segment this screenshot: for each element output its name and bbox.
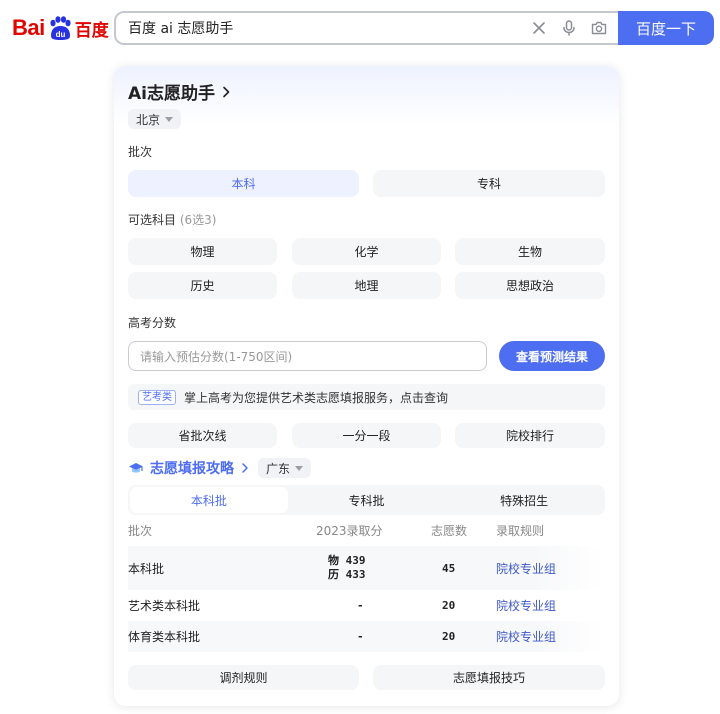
guide-title-link[interactable]: 志愿填报攻略 bbox=[150, 458, 234, 478]
table-cell-count: 20 bbox=[442, 599, 456, 612]
logo-text: Bai bbox=[12, 15, 45, 40]
guide-header: 志愿填报攻略 广东 bbox=[128, 458, 312, 478]
subject-option[interactable]: 地理 bbox=[292, 272, 441, 299]
search-button[interactable]: 百度一下 bbox=[618, 11, 714, 45]
table-row: 本科批 物 439 历 433 45 院校专业组 bbox=[128, 546, 605, 590]
batch-label: 批次 bbox=[128, 145, 153, 159]
subject-option[interactable]: 历史 bbox=[128, 272, 277, 299]
batch-option-undergraduate[interactable]: 本科 bbox=[128, 170, 359, 197]
batch-option-junior-college[interactable]: 专科 bbox=[373, 170, 605, 197]
subjects-label-text: 可选科目 bbox=[128, 213, 177, 227]
camera-icon[interactable] bbox=[584, 13, 614, 43]
art-exam-tag: 艺考类 bbox=[138, 389, 176, 405]
table-header-rule: 录取规则 bbox=[496, 524, 545, 538]
table-row: 体育类本科批 - 20 院校专业组 bbox=[128, 621, 605, 652]
quick-link-province-line[interactable]: 省批次线 bbox=[128, 423, 277, 448]
table-cell-count: 20 bbox=[442, 630, 456, 643]
table-cell-count: 45 bbox=[442, 561, 456, 575]
table-cell-rule-link[interactable]: 院校专业组 bbox=[496, 546, 556, 590]
logo-cn-text: 百度 bbox=[74, 20, 109, 41]
score-history: 历 433 bbox=[328, 568, 366, 581]
header: Bai du 百度 百度 ai 志愿助手 百度一下 bbox=[0, 0, 720, 56]
table-header-score: 2023录取分 bbox=[316, 524, 383, 538]
subject-option[interactable]: 思想政治 bbox=[455, 272, 605, 299]
chevron-right-icon bbox=[240, 462, 250, 474]
chevron-right-icon bbox=[219, 85, 233, 99]
paw-logo-icon: du bbox=[47, 15, 73, 41]
quick-link-school-ranking[interactable]: 院校排行 bbox=[455, 423, 605, 448]
filling-tips-button[interactable]: 志愿填报技巧 bbox=[373, 665, 605, 690]
table-cell-score: - bbox=[357, 630, 364, 643]
region-select-value: 北京 bbox=[136, 112, 161, 127]
microphone-icon[interactable] bbox=[554, 13, 584, 43]
tab-special-admission[interactable]: 特殊招生 bbox=[445, 487, 603, 513]
subject-option[interactable]: 物理 bbox=[128, 238, 277, 265]
logo-mark-text: du bbox=[55, 30, 65, 39]
table-cell-score: 物 439 历 433 bbox=[328, 546, 366, 590]
card-title-link[interactable]: Ai志愿助手 bbox=[128, 79, 233, 104]
table-cell-rule-link[interactable]: 院校专业组 bbox=[496, 590, 556, 621]
close-icon[interactable] bbox=[524, 13, 554, 43]
adjustment-rules-button[interactable]: 调剂规则 bbox=[128, 665, 359, 690]
subject-option[interactable]: 化学 bbox=[292, 238, 441, 265]
tab-undergraduate-batch[interactable]: 本科批 bbox=[130, 487, 288, 513]
card-title: Ai志愿助手 bbox=[128, 84, 215, 104]
subject-option[interactable]: 生物 bbox=[455, 238, 605, 265]
table-cell-batch: 艺术类本科批 bbox=[128, 599, 201, 613]
region-select[interactable]: 北京 bbox=[128, 109, 182, 129]
guide-region-select[interactable]: 广东 bbox=[258, 458, 312, 478]
baidu-logo[interactable]: Bai du 百度 bbox=[12, 12, 109, 44]
score-physics: 物 439 bbox=[328, 554, 366, 567]
view-prediction-button[interactable]: 查看预测结果 bbox=[499, 341, 605, 371]
search-input[interactable]: 百度 ai 志愿助手 bbox=[128, 18, 524, 38]
table-header-count: 志愿数 bbox=[431, 524, 468, 538]
art-exam-text: 掌上高考为您提供艺术类志愿填报服务，点击查询 bbox=[184, 390, 449, 405]
table-header-batch: 批次 bbox=[128, 524, 153, 538]
table-cell-batch: 体育类本科批 bbox=[128, 630, 201, 644]
art-exam-banner[interactable]: 艺考类 掌上高考为您提供艺术类志愿填报服务，点击查询 bbox=[128, 384, 605, 410]
score-input[interactable]: 请输入预估分数(1-750区间) bbox=[128, 341, 487, 371]
guide-region-value: 广东 bbox=[266, 461, 291, 476]
graduation-cap-icon bbox=[128, 460, 144, 476]
table-cell-score: - bbox=[357, 599, 364, 612]
table-row: 艺术类本科批 - 20 院校专业组 bbox=[128, 590, 605, 621]
quick-link-score-rank[interactable]: 一分一段 bbox=[292, 423, 441, 448]
guide-tabs: 本科批 专科批 特殊招生 bbox=[128, 485, 605, 515]
subjects-hint: (6选3) bbox=[179, 213, 217, 227]
search-box[interactable]: 百度 ai 志愿助手 bbox=[114, 11, 620, 45]
score-label: 高考分数 bbox=[128, 316, 177, 330]
subjects-label: 可选科目 (6选3) bbox=[128, 211, 216, 228]
caret-down-icon bbox=[295, 465, 304, 471]
table-cell-batch: 本科批 bbox=[128, 561, 165, 576]
volunteer-assistant-card: Ai志愿助手 北京 批次 本科 专科 可选科目 (6选3) 物理 化学 生物 历… bbox=[114, 66, 619, 706]
table-cell-rule-link[interactable]: 院校专业组 bbox=[496, 621, 556, 652]
tab-junior-college-batch[interactable]: 专科批 bbox=[288, 487, 446, 513]
caret-down-icon bbox=[165, 116, 174, 122]
